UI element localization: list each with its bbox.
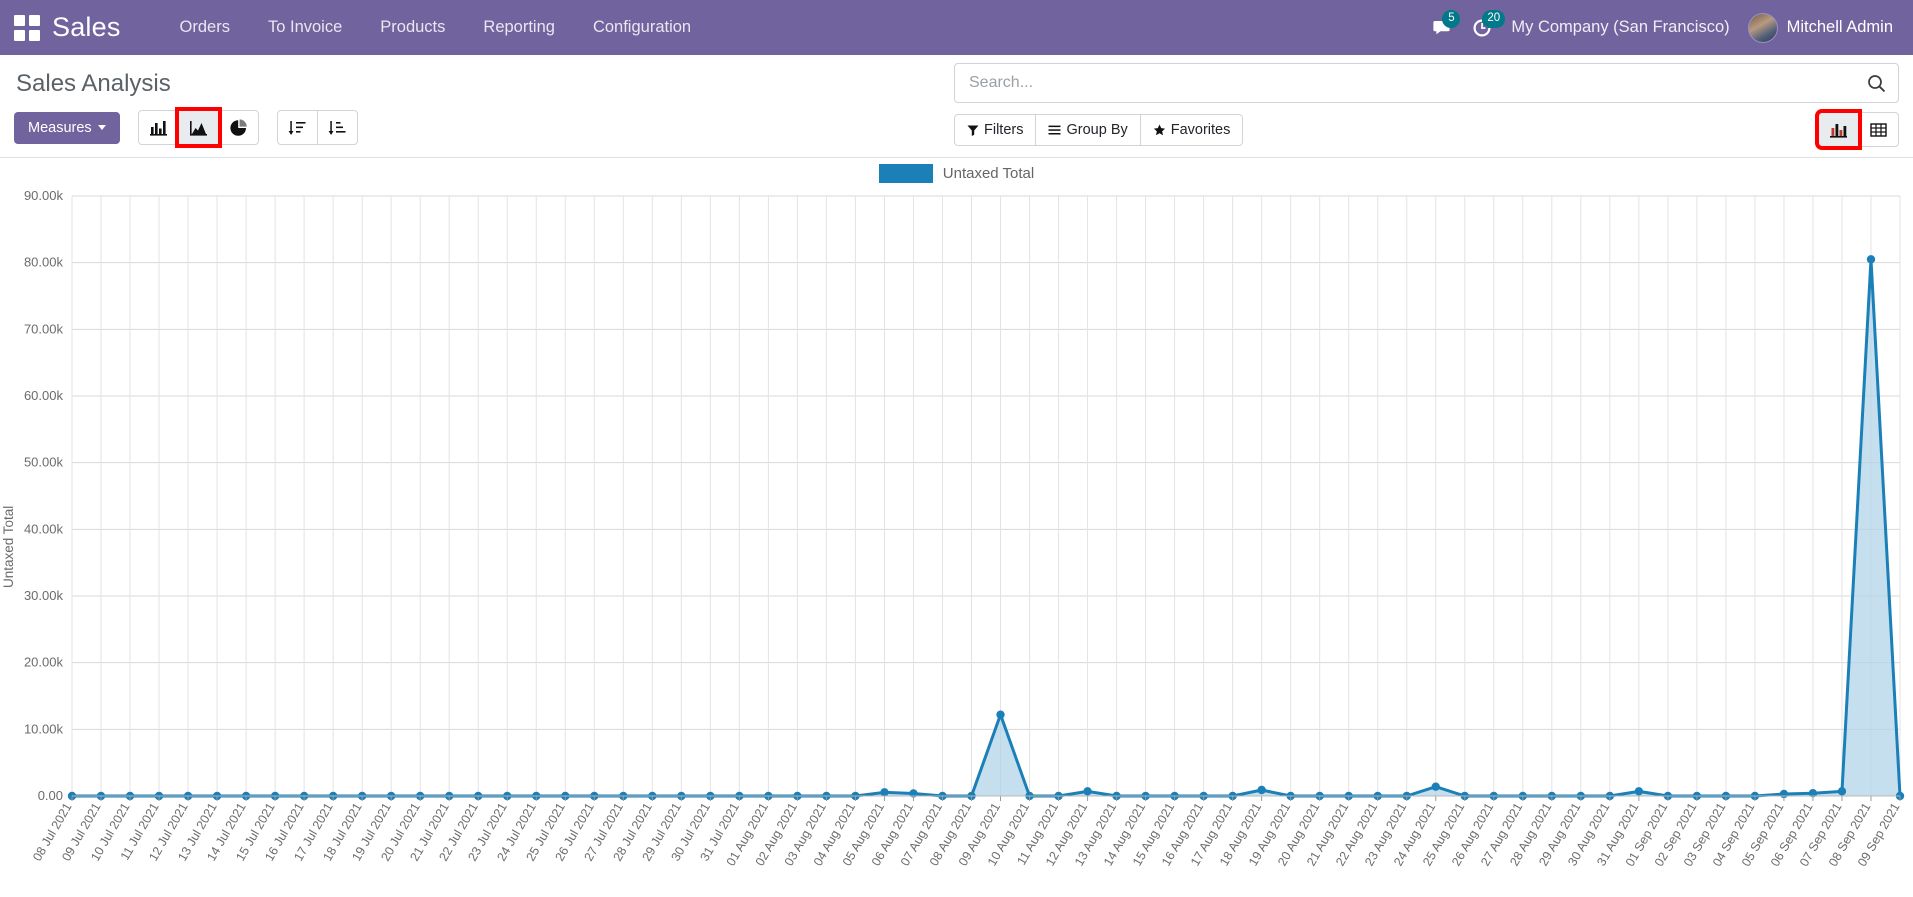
star-icon xyxy=(1153,124,1165,135)
group-by-button[interactable]: Group By xyxy=(1035,113,1141,146)
search-bar[interactable] xyxy=(954,63,1899,103)
activities-count-badge: 20 xyxy=(1482,9,1506,28)
graph-view-icon xyxy=(1830,123,1847,138)
filter-icon xyxy=(967,125,979,136)
svg-text:80.00k: 80.00k xyxy=(24,255,64,270)
user-menu[interactable]: Mitchell Admin xyxy=(1747,12,1893,43)
menu-item-reporting[interactable]: Reporting xyxy=(464,18,574,37)
menu-item-configuration[interactable]: Configuration xyxy=(574,18,710,37)
chart-type-group xyxy=(137,107,259,148)
svg-text:90.00k: 90.00k xyxy=(24,188,64,203)
sort-ascending-icon xyxy=(328,120,346,135)
pivot-view-icon xyxy=(1870,122,1887,137)
filters-button[interactable]: Filters xyxy=(954,113,1037,146)
app-brand-sales[interactable]: Sales xyxy=(52,12,121,43)
sort-ascending-button[interactable] xyxy=(316,110,358,145)
favorites-button[interactable]: Favorites xyxy=(1139,113,1244,146)
svg-text:20.00k: 20.00k xyxy=(24,655,64,670)
page-title: Sales Analysis xyxy=(16,70,171,97)
pie-chart-icon xyxy=(230,118,247,136)
svg-text:30.00k: 30.00k xyxy=(24,588,64,603)
company-selector[interactable]: My Company (San Francisco) xyxy=(1511,18,1729,37)
user-name-label: Mitchell Admin xyxy=(1786,18,1893,36)
filter-group: Filters Group By Favorites xyxy=(954,113,1244,146)
apps-grid-icon[interactable] xyxy=(14,14,40,41)
top-navbar: Sales Orders To Invoice Products Reporti… xyxy=(0,0,1913,55)
line-chart-button[interactable] xyxy=(174,107,222,148)
filters-label: Filters xyxy=(984,121,1024,138)
line-chart-icon xyxy=(189,120,207,136)
y-axis-title: Untaxed Total xyxy=(1,505,16,588)
search-icon[interactable] xyxy=(1867,74,1886,93)
menu-item-orders[interactable]: Orders xyxy=(161,18,249,37)
svg-text:40.00k: 40.00k xyxy=(24,521,64,536)
bar-chart-button[interactable] xyxy=(137,110,179,145)
avatar xyxy=(1747,12,1778,43)
hamburger-icon xyxy=(1048,125,1061,134)
sales-area-chart[interactable]: 0.00 10.00k 20.00k 30.00k 40.00k 50.00k 60.00k… xyxy=(0,158,1913,897)
favorites-label: Favorites xyxy=(1170,121,1231,138)
graph-view-button[interactable] xyxy=(1815,109,1862,150)
chart-container: Untaxed Total 0.00 10.00k 20.00k 30.00k 40.0… xyxy=(0,158,1913,897)
measures-label: Measures xyxy=(28,119,92,136)
svg-text:0.00: 0.00 xyxy=(38,788,63,803)
control-panel: Sales Analysis Measures Search... Filter… xyxy=(0,55,1913,158)
svg-text:70.00k: 70.00k xyxy=(24,321,64,336)
svg-text:50.00k: 50.00k xyxy=(24,455,64,470)
chevron-down-icon xyxy=(97,125,106,130)
sort-group xyxy=(276,110,358,145)
menu-item-to-invoice[interactable]: To Invoice xyxy=(249,18,361,37)
messages-button[interactable]: 5 xyxy=(1431,9,1461,39)
activities-button[interactable]: 20 xyxy=(1471,9,1506,39)
view-switcher xyxy=(1815,109,1899,150)
svg-text:60.00k: 60.00k xyxy=(24,388,64,403)
menu-item-products[interactable]: Products xyxy=(361,18,464,37)
pivot-view-button[interactable] xyxy=(1858,112,1899,147)
pie-chart-button[interactable] xyxy=(217,110,259,145)
sort-descending-icon xyxy=(288,120,306,135)
sort-descending-button[interactable] xyxy=(276,110,318,145)
search-input[interactable] xyxy=(967,73,1867,93)
svg-text:10.00k: 10.00k xyxy=(24,721,64,736)
measures-button[interactable]: Measures xyxy=(14,111,120,144)
bar-chart-icon xyxy=(149,120,167,136)
group-by-label: Group By xyxy=(1066,121,1128,138)
messages-count-badge: 5 xyxy=(1442,9,1461,28)
